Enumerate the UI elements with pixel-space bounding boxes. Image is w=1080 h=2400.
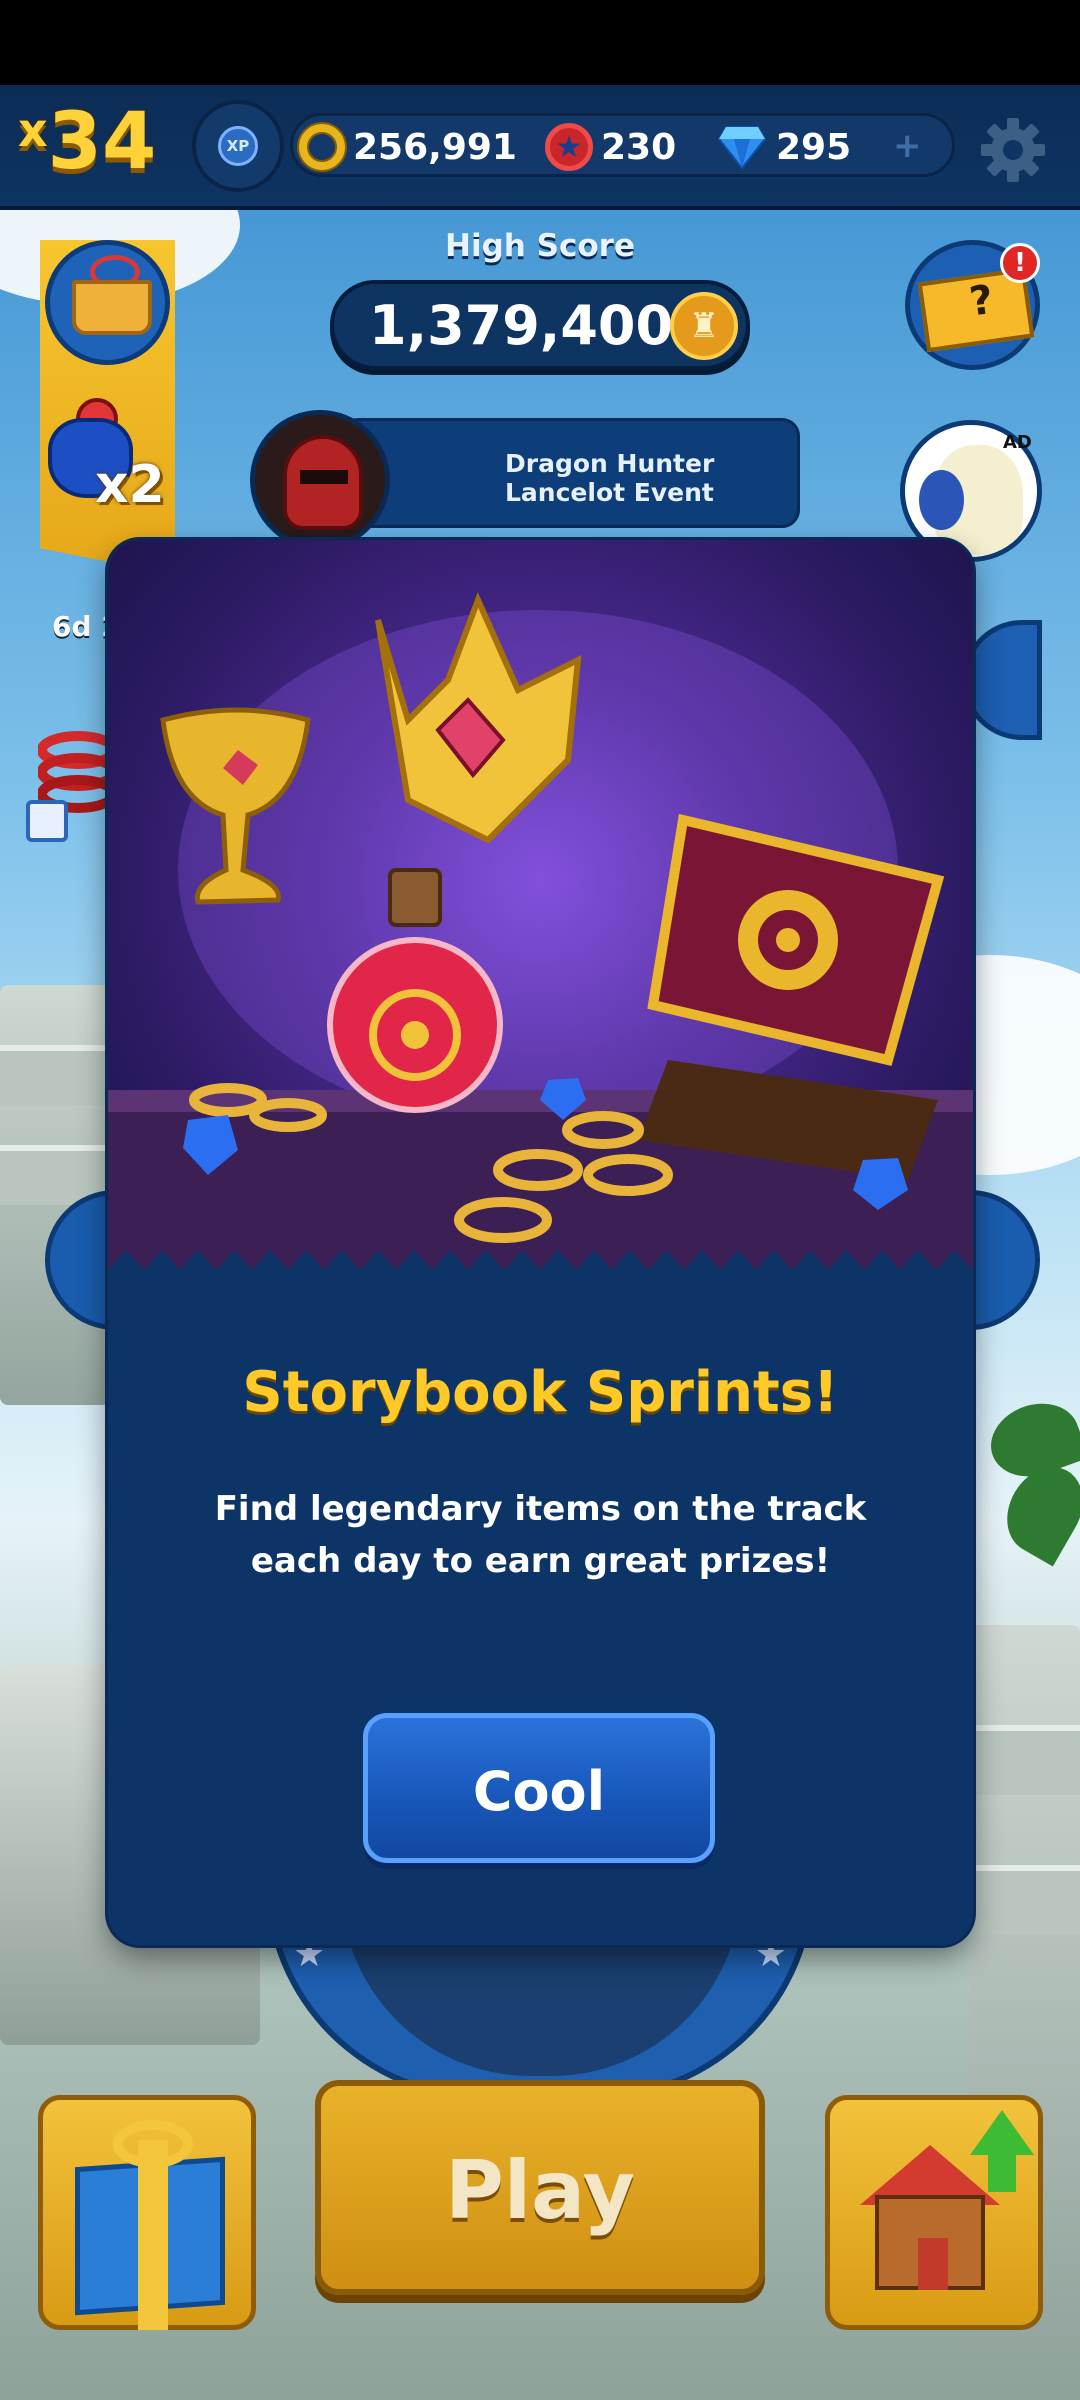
cool-button[interactable]: Cool xyxy=(363,1713,715,1863)
cool-button-label: Cool xyxy=(472,1760,606,1823)
dialog-title: Storybook Sprints! xyxy=(242,1360,839,1425)
legendary-items-artwork xyxy=(108,540,973,1300)
event-intro-dialog: Storybook Sprints! Find legendary items … xyxy=(108,540,973,1945)
status-bar xyxy=(0,0,1080,85)
spellbook-icon xyxy=(638,813,945,1180)
dialog-description: Find legendary items on the track each d… xyxy=(214,1489,867,1581)
artwork-illustration xyxy=(108,592,973,1300)
